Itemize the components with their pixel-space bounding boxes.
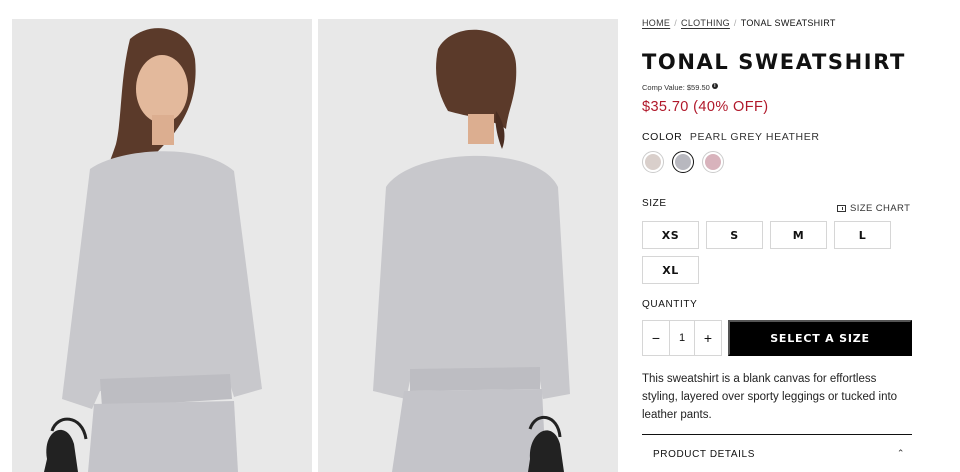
color-label: COLOR [642,131,683,143]
chevron-up-icon: ⌃ [896,448,905,458]
quantity-decrement-button[interactable]: − [643,321,669,355]
product-title: TONAL SWEATSHIRT [642,50,906,74]
breadcrumb-home-link[interactable]: HOME [642,18,670,28]
size-option-l[interactable]: L [834,221,891,249]
size-chart-link[interactable]: SIZE CHART [837,203,910,214]
color-selector-label: COLOR PEARL GREY HEATHER [642,131,820,143]
product-gallery [12,19,619,472]
product-details-accordion[interactable]: PRODUCT DETAILS ⌃ [653,448,905,460]
product-image-front[interactable] [12,19,312,472]
ruler-icon [837,205,846,212]
size-option-xs[interactable]: XS [642,221,699,249]
size-chart-label: SIZE CHART [850,203,911,214]
product-details-label: PRODUCT DETAILS [653,449,755,460]
breadcrumb-separator: / [733,18,737,28]
size-option-xl[interactable]: XL [642,256,699,284]
accordion-divider [642,434,912,435]
color-swatches [642,151,724,173]
swatch-fill [675,154,691,170]
size-option-m[interactable]: M [770,221,827,249]
sale-price: $35.70 (40% OFF) [642,99,769,115]
breadcrumb-clothing-link[interactable]: CLOTHING [681,18,730,28]
size-label: SIZE [642,198,667,209]
select-size-button[interactable]: SELECT A SIZE [728,320,912,356]
quantity-increment-button[interactable]: + [695,321,721,355]
comp-value: Comp Value: $59.50 i [642,83,718,92]
size-option-s[interactable]: S [706,221,763,249]
color-swatch-mauve[interactable] [702,151,724,173]
quantity-label: QUANTITY [642,299,698,310]
info-icon[interactable]: i [711,83,718,89]
product-image-back[interactable] [318,19,618,472]
color-swatch-blush[interactable] [642,151,664,173]
product-description: This sweatshirt is a blank canvas for ef… [642,373,898,421]
comp-value-text: Comp Value: $59.50 [642,83,710,92]
breadcrumb-current: TONAL SWEATSHIRT [740,18,836,28]
color-swatch-pearl-grey-heather[interactable] [672,151,694,173]
quantity-value[interactable]: 1 [669,321,695,355]
breadcrumb: HOME / CLOTHING / TONAL SWEATSHIRT [642,18,836,28]
swatch-fill [645,154,661,170]
selected-color-name: PEARL GREY HEATHER [689,131,820,143]
quantity-stepper: − 1 + [642,320,722,356]
breadcrumb-separator: / [674,18,678,28]
swatch-fill [705,154,721,170]
